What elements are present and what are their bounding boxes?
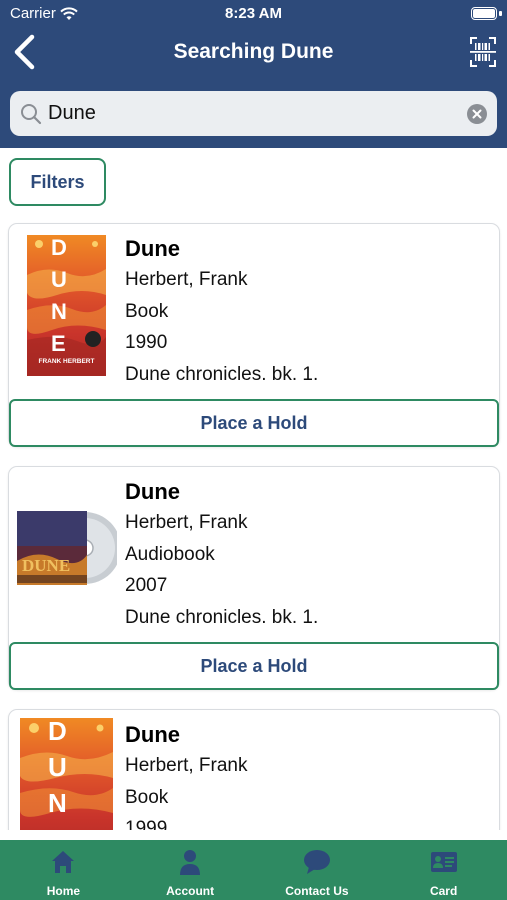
result-year: 1990 <box>125 332 168 353</box>
search-bar <box>10 91 497 136</box>
tab-label: Contact Us <box>285 884 349 898</box>
svg-text:DUNE: DUNE <box>22 556 70 575</box>
result-series: Dune chronicles. bk. 1. <box>125 363 319 385</box>
result-format: Book <box>125 300 169 322</box>
cover-author-text: FRANK HERBERT <box>39 358 95 365</box>
result-series: Dune chronicles. bk. 1. <box>125 606 319 628</box>
tab-card[interactable]: Card <box>380 840 507 900</box>
library-card-icon <box>430 852 457 872</box>
result-title[interactable]: Dune <box>125 477 318 507</box>
svg-text:D: D <box>51 235 66 260</box>
place-hold-button[interactable]: Place a Hold <box>9 399 499 447</box>
results-list[interactable]: D U N E FRANK HERBERT Dune Herbert, Fran… <box>0 222 507 830</box>
result-author: Herbert, Frank <box>125 269 248 290</box>
person-icon <box>180 850 201 875</box>
result-format: Audiobook <box>125 543 215 565</box>
result-title[interactable]: Dune <box>125 234 318 264</box>
chat-bubble-icon <box>303 850 330 874</box>
book-cover-image[interactable]: D U N E <box>20 718 113 830</box>
svg-text:U: U <box>48 752 67 782</box>
search-input[interactable] <box>48 102 467 125</box>
svg-text:U: U <box>51 267 67 292</box>
status-bar: Carrier 8:23 AM <box>0 0 507 28</box>
svg-text:D: D <box>48 718 67 746</box>
result-title[interactable]: Dune <box>125 720 247 750</box>
book-cover-image[interactable]: D U N E FRANK HERBERT <box>27 235 106 376</box>
battery-cap <box>499 11 502 16</box>
svg-text:E: E <box>51 331 66 356</box>
dune-cover-art: D U N E <box>20 718 113 830</box>
svg-text:N: N <box>48 788 67 818</box>
back-chevron-icon[interactable] <box>10 34 40 70</box>
barcode-scan-icon[interactable] <box>469 36 497 68</box>
result-info: Dune Herbert, Frank Book 1999 <box>125 720 247 830</box>
clear-search-icon[interactable] <box>467 103 487 124</box>
result-card: D U N E FRANK HERBERT Dune Herbert, Fran… <box>9 224 499 447</box>
bottom-tab-bar: Home Account Contact Us Card <box>0 840 507 900</box>
search-icon <box>21 103 42 124</box>
tab-contact-us[interactable]: Contact Us <box>254 840 381 900</box>
filters-button[interactable]: Filters <box>9 158 106 206</box>
svg-text:N: N <box>51 299 67 324</box>
result-format: Book <box>125 786 169 808</box>
tab-account[interactable]: Account <box>127 840 254 900</box>
result-year: 1999 <box>125 818 168 830</box>
tab-label: Home <box>46 884 81 898</box>
home-icon <box>52 851 75 873</box>
result-info: Dune Herbert, Frank Audiobook 2007 Dune … <box>125 477 318 633</box>
svg-text:E: E <box>48 824 65 830</box>
tab-label: Account <box>166 884 215 898</box>
result-year: 2007 <box>125 575 168 596</box>
result-info: Dune Herbert, Frank Book 1990 Dune chron… <box>125 234 318 390</box>
place-hold-button[interactable]: Place a Hold <box>9 642 499 690</box>
result-card: DUNE Dune Herbert, Frank Audiobook 2007 … <box>9 467 499 690</box>
status-time: 8:23 AM <box>225 5 282 22</box>
result-card: D U N E Dune Herbert, Frank Book 1999 <box>9 710 499 830</box>
dune-cover-art: D U N E FRANK HERBERT <box>27 235 106 376</box>
tab-home[interactable]: Home <box>0 840 127 900</box>
audiobook-cover-art: DUNE <box>17 511 121 585</box>
header-bar: Carrier 8:23 AM Searching Dune <box>0 0 507 148</box>
page-title: Searching Dune <box>173 40 334 63</box>
tab-label: Card <box>429 884 458 898</box>
result-author: Herbert, Frank <box>125 755 248 776</box>
battery-icon <box>471 7 497 20</box>
result-author: Herbert, Frank <box>125 512 248 533</box>
audiobook-cover-image[interactable]: DUNE <box>17 509 121 587</box>
